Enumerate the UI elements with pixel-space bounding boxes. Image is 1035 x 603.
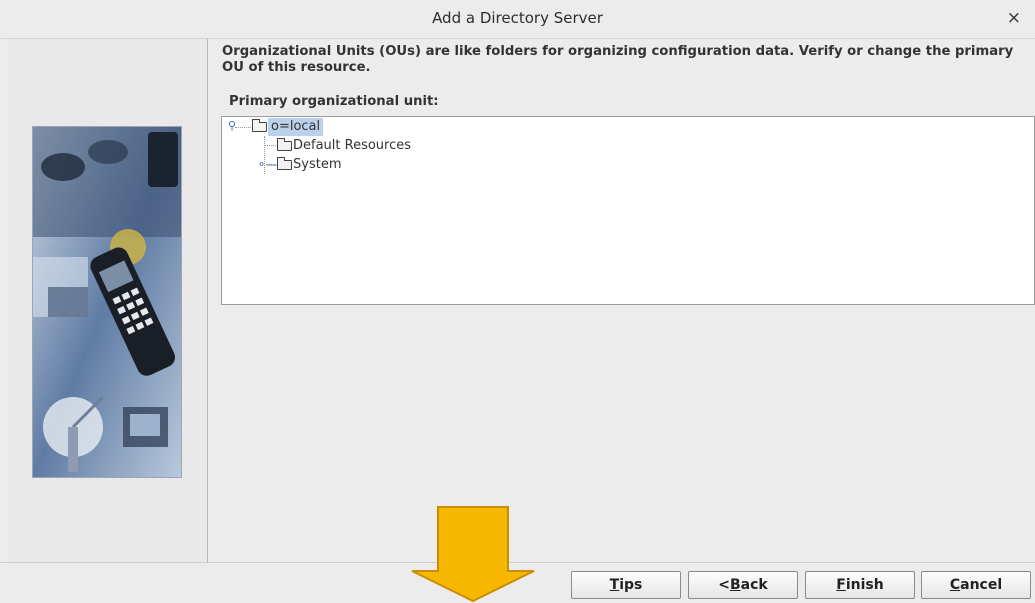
tree-node-label[interactable]: System: [293, 156, 341, 174]
button-label: inish: [845, 577, 884, 593]
tree-expand-handle-icon[interactable]: ⚲: [228, 117, 236, 135]
tree-guide-line: [264, 145, 276, 146]
button-label: ack: [740, 577, 768, 593]
artwork-illustration: [33, 127, 181, 477]
cancel-button[interactable]: Cancel: [921, 571, 1031, 599]
finish-button[interactable]: Finish: [805, 571, 915, 599]
tree-node-default-resources[interactable]: Default Resources: [277, 137, 411, 155]
tips-button[interactable]: Tips: [571, 571, 681, 599]
button-label: ips: [619, 577, 643, 593]
back-button[interactable]: < Back: [688, 571, 798, 599]
button-label: <: [718, 577, 730, 593]
primary-ou-label: Primary organizational unit:: [229, 94, 439, 109]
folder-icon: [252, 119, 267, 132]
button-label: ancel: [960, 577, 1003, 593]
title-bar: Add a Directory Server ×: [0, 0, 1035, 39]
mnemonic: C: [949, 577, 961, 593]
tree-expand-handle-icon[interactable]: ⚬—: [257, 156, 277, 174]
ou-tree[interactable]: ⚲ o=local Default Resources ⚬— System: [221, 116, 1035, 305]
step-description: Organizational Units (OUs) are like fold…: [222, 44, 1014, 75]
mnemonic: B: [730, 577, 741, 593]
wizard-artwork-image: [32, 126, 182, 478]
tree-guide-line: [235, 127, 251, 128]
tree-node-label[interactable]: Default Resources: [293, 137, 411, 155]
folder-icon: [277, 157, 292, 170]
folder-icon: [277, 138, 292, 151]
tree-node-root[interactable]: o=local: [252, 118, 324, 136]
window-title: Add a Directory Server: [432, 9, 603, 27]
wizard-side-panel: [8, 39, 208, 562]
mnemonic: F: [836, 577, 846, 593]
tree-node-system[interactable]: System: [277, 156, 341, 174]
down-arrow-annotation: [411, 506, 535, 602]
close-icon[interactable]: ×: [1007, 8, 1021, 28]
tree-node-label[interactable]: o=local: [268, 118, 324, 136]
wizard-content-panel: Organizational Units (OUs) are like fold…: [209, 39, 1035, 562]
mnemonic: T: [609, 577, 620, 593]
